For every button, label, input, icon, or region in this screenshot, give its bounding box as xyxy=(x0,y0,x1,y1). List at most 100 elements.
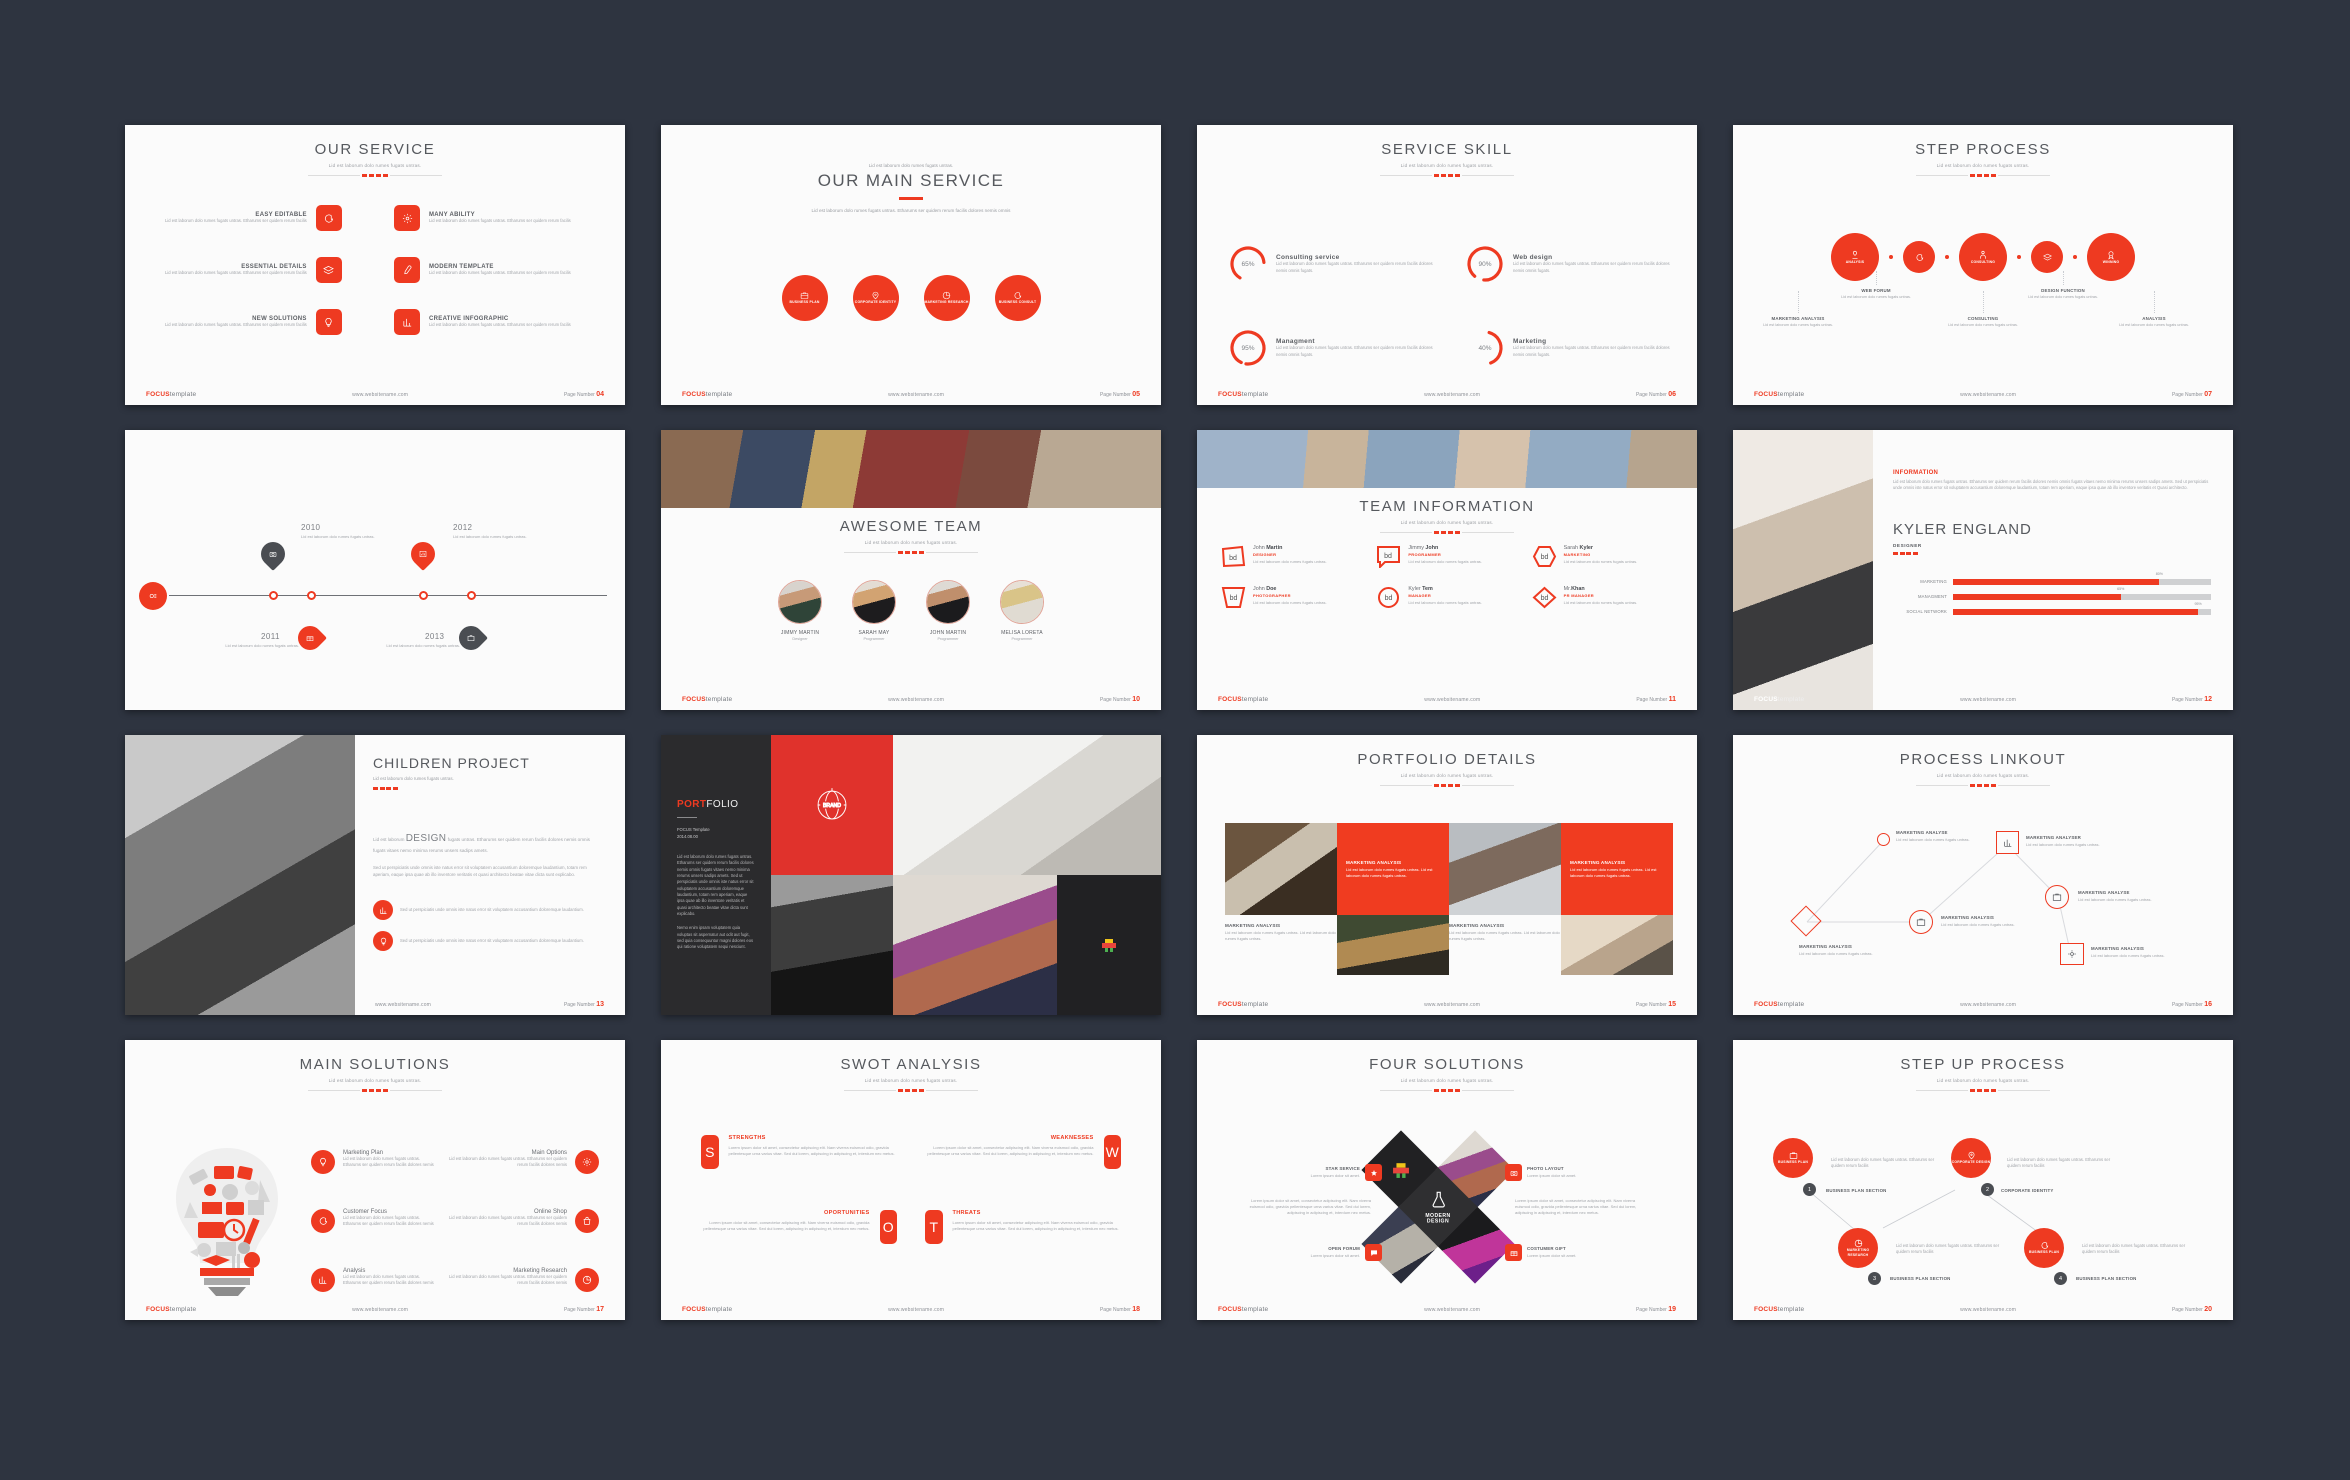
node-circle[interactable] xyxy=(1909,910,1933,934)
slide-footer: FOCUStemplate www.websitename.com Page N… xyxy=(1197,1001,1697,1008)
service-circle[interactable]: BUSINESS PLAN xyxy=(781,275,828,321)
solution-item[interactable]: Analysis Lid est laborum dolo rumes fuga… xyxy=(311,1268,439,1293)
timeline-node[interactable] xyxy=(419,591,428,600)
slide-our-service[interactable]: OUR SERVICE Lid est laborum dolo rumes f… xyxy=(125,125,625,405)
step-node[interactable]: CORPORATE DESIGN xyxy=(1951,1138,1991,1178)
portfolio-tile[interactable] xyxy=(771,875,893,1015)
solution-item[interactable]: Marketing Plan Lid est laborum dolo rume… xyxy=(311,1149,439,1174)
step-caption-desc: Lid est laborum dolo rumes fugats untras… xyxy=(1841,295,1911,299)
step-connector-lines xyxy=(1809,1189,2039,1233)
skill-item[interactable]: 65% Consulting service Lid est laborum d… xyxy=(1227,243,1434,285)
gift-icon[interactable] xyxy=(1505,1244,1522,1261)
website-url: www.websitename.com xyxy=(888,391,945,398)
timeline-marker[interactable] xyxy=(454,621,488,655)
star-icon[interactable] xyxy=(1365,1164,1382,1181)
team-member[interactable]: bd Kyler Tem MANAGER Lid est laborum dol… xyxy=(1376,586,1521,609)
detail-card[interactable]: MARKETING ANALYSIS Lid est laborum dolo … xyxy=(1561,823,1673,915)
slide-portfolio-details[interactable]: PORTFOLIO DETAILS Lid est laborum dolo r… xyxy=(1197,735,1697,1015)
detail-photo[interactable] xyxy=(1337,915,1449,975)
slide-swot-analysis[interactable]: SWOT ANALYSIS Lid est laborum dolo rumes… xyxy=(661,1040,1161,1320)
step-node[interactable]: MARKETING RESEARCH xyxy=(1838,1228,1878,1268)
gear-icon xyxy=(575,1149,599,1174)
portfolio-tile[interactable] xyxy=(1057,875,1161,1015)
team-member[interactable]: bd John Martin DESIGNER Lid est laborum … xyxy=(1221,545,1366,568)
service-circle[interactable]: BUSINESS CONSULT xyxy=(994,275,1041,321)
slide-step-up-process[interactable]: STEP UP PROCESS Lid est laborum dolo rum… xyxy=(1733,1040,2233,1320)
detail-card[interactable]: MARKETING ANALYSIS Lid est laborum dolo … xyxy=(1225,915,1337,975)
portfolio-tile[interactable] xyxy=(892,735,1161,875)
slide-awesome-team[interactable]: AWESOME TEAM Lid est laborum dolo rumes … xyxy=(661,430,1161,710)
detail-card[interactable]: MARKETING ANALYSIS Lid est laborum dolo … xyxy=(1449,915,1561,975)
slide-portfolio[interactable]: PORTFOLIO FOCUS Template 2014.08.00 Lid e… xyxy=(661,735,1161,1015)
avatar[interactable] xyxy=(1000,580,1044,624)
team-member[interactable]: bd John Doe PHOTOGRAPHER Lid est laborum… xyxy=(1221,586,1366,609)
service-circle[interactable]: CORPORATE IDENTITY xyxy=(852,275,899,321)
slide-process-linkout[interactable]: PROCESS LINKOUT Lid est laborum dolo rum… xyxy=(1733,735,2233,1015)
slide-timeline[interactable]: 2010 Lid est laborum dolo rumes fugats u… xyxy=(125,430,625,710)
member-role: Programmer xyxy=(937,637,959,641)
bullet-item[interactable]: Sed ut perspiciatis unde omnis iste natu… xyxy=(373,900,603,921)
skill-item[interactable]: 95% Managment Lid est laborum dolo rumes… xyxy=(1227,327,1434,369)
step-node[interactable]: CONSULTING xyxy=(1959,233,2007,281)
slide-four-solutions[interactable]: FOUR SOLUTIONS Lid est laborum dolo rume… xyxy=(1197,1040,1697,1320)
slide-team-information[interactable]: TEAM INFORMATION Lid est laborum dolo ru… xyxy=(1197,430,1697,710)
swot-quadrant[interactable]: S STRENGTHS Lorem ipsum dolor sit amet, … xyxy=(701,1135,897,1169)
service-item[interactable]: MODERN TEMPLATE Lid est laborum dolo rum… xyxy=(394,257,585,283)
title-divider xyxy=(661,1089,1161,1092)
portfolio-tile[interactable] xyxy=(892,875,1058,1015)
swot-quadrant[interactable]: W WEAKNESSES Lorem ipsum dolor sit amet,… xyxy=(925,1135,1121,1169)
node-pentagon[interactable] xyxy=(2060,943,2084,965)
gear-icon xyxy=(394,205,420,231)
detail-photo[interactable] xyxy=(1449,823,1561,915)
skill-item[interactable]: 40% Marketing Lid est laborum dolo rumes… xyxy=(1464,327,1671,369)
slide-our-main-service[interactable]: Lid est laborum dolo rumes fugats untras… xyxy=(661,125,1161,405)
avatar[interactable] xyxy=(926,580,970,624)
timeline-marker[interactable] xyxy=(293,621,327,655)
skill-item[interactable]: 90% Web design Lid est laborum dolo rume… xyxy=(1464,243,1671,285)
team-member[interactable]: bd Jimmy John PROGRAMMER Lid est laborum… xyxy=(1376,545,1521,568)
step-node[interactable]: BUSINESS PLAN xyxy=(1773,1138,1813,1178)
service-item[interactable]: CREATIVE INFOGRAPHIC Lid est laborum dol… xyxy=(394,309,585,335)
timeline-node[interactable] xyxy=(467,591,476,600)
detail-photo[interactable] xyxy=(1225,823,1337,915)
skill-bar-list: MARKETING 80% MANAGMENT 65% SOCIAL NETWO… xyxy=(1893,572,2211,615)
avatar[interactable] xyxy=(852,580,896,624)
bullet-item[interactable]: Sed ut perspiciatis unde omnis iste natu… xyxy=(373,931,603,952)
slide-children-project[interactable]: CHILDREN PROJECT Lid est laborum dolo ru… xyxy=(125,735,625,1015)
timeline-marker[interactable] xyxy=(256,537,290,571)
slide-kyler-england[interactable]: INFORMATION Lid est laborum dolo rumes f… xyxy=(1733,430,2233,710)
team-member[interactable]: bd Sarah Kyler MARKETING Lid est laborum… xyxy=(1532,545,1677,568)
service-circle[interactable]: MARKETING RESEARCH xyxy=(923,275,970,321)
detail-card[interactable]: MARKETING ANALYSIS Lid est laborum dolo … xyxy=(1337,823,1449,915)
swot-quadrant[interactable]: T THREATS Lorem ipsum dolor sit amet, co… xyxy=(925,1210,1121,1244)
node-square[interactable] xyxy=(1996,831,2019,854)
camera-icon[interactable] xyxy=(1505,1164,1522,1181)
service-item[interactable]: MANY ABILITY Lid est laborum dolo rumes … xyxy=(394,205,585,231)
slide-service-skill[interactable]: SERVICE SKILL Lid est laborum dolo rumes… xyxy=(1197,125,1697,405)
service-item[interactable]: ESSENTIAL DETAILS Lid est laborum dolo r… xyxy=(165,257,356,283)
team-member[interactable]: bd Mr.Khan PR MANAGER Lid est laborum do… xyxy=(1532,586,1677,609)
step-node[interactable]: BUSINESS PLAN xyxy=(2024,1228,2064,1268)
avatar[interactable] xyxy=(778,580,822,624)
node-circle[interactable] xyxy=(2045,885,2069,909)
detail-photo[interactable] xyxy=(1561,915,1673,975)
swot-letter: O xyxy=(879,1210,897,1244)
slide-step-process[interactable]: STEP PROCESS Lid est laborum dolo rumes … xyxy=(1733,125,2233,405)
solution-item[interactable]: Main Options Lid est laborum dolo rumes … xyxy=(447,1149,599,1174)
service-item[interactable]: NEW SOLUTIONS Lid est laborum dolo rumes… xyxy=(165,309,356,335)
slide-main-solutions[interactable]: MAIN SOLUTIONS Lid est laborum dolo rume… xyxy=(125,1040,625,1320)
portfolio-tile[interactable]: BRAND xyxy=(771,735,893,875)
node-circle-small[interactable] xyxy=(1877,833,1890,846)
timeline-node[interactable] xyxy=(307,591,316,600)
service-item[interactable]: EASY EDITABLE Lid est laborum dolo rumes… xyxy=(165,205,356,231)
solution-item[interactable]: Online Shop Lid est laborum dolo rumes f… xyxy=(447,1208,599,1233)
swot-quadrant[interactable]: O OPORTUNITIES Lorem ipsum dolor sit ame… xyxy=(701,1210,897,1244)
timeline-marker[interactable] xyxy=(406,537,440,571)
profile-photo xyxy=(1733,430,1873,710)
solution-item[interactable]: Marketing Research Lid est laborum dolo … xyxy=(447,1268,599,1293)
website-url: www.websitename.com xyxy=(1424,696,1481,703)
solution-item[interactable]: Customer Focus Lid est laborum dolo rume… xyxy=(311,1208,439,1233)
timeline-node[interactable] xyxy=(269,591,278,600)
chat-icon[interactable] xyxy=(1365,1244,1382,1261)
timeline-start-node[interactable] xyxy=(139,582,167,610)
